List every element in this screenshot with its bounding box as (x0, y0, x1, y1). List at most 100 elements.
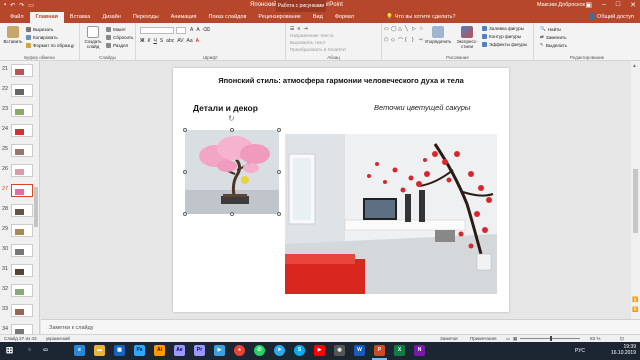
spacing-icon[interactable]: AV (177, 38, 183, 44)
bold-icon[interactable]: Ж (140, 38, 145, 44)
slide-canvas[interactable]: Японский стиль: атмосфера гармонии челов… (173, 68, 509, 312)
new-slide-button[interactable]: Создать слайд (82, 26, 104, 49)
slideshow-icon[interactable]: ▭ (28, 2, 34, 9)
shapes-gallery[interactable]: ▭ ◯ △ ╲ ▷ ☆ ⬠ ◇ ⌒{} ⇨ (384, 26, 423, 48)
find-button[interactable]: 🔍 Найти (540, 26, 561, 32)
tab-format[interactable]: Формат (329, 12, 361, 23)
store-icon[interactable]: ▦ (114, 345, 125, 356)
section-button[interactable]: Раздел (106, 43, 128, 48)
font-name-input[interactable] (140, 27, 174, 34)
scrollbar-thumb[interactable] (633, 169, 638, 233)
search-icon[interactable]: ○ (24, 345, 35, 356)
after-effects-icon[interactable]: Ae (174, 345, 185, 356)
save-icon[interactable]: ▪ (4, 2, 6, 9)
selection-handle[interactable] (277, 128, 281, 132)
undo-icon[interactable]: ↶ (10, 2, 15, 9)
zoom-level[interactable]: 83 % (590, 336, 600, 341)
redo-icon[interactable]: ↷ (19, 2, 24, 9)
clear-format-icon[interactable]: ⌫ (203, 27, 210, 33)
tab-home[interactable]: Главная (29, 12, 64, 23)
tab-design[interactable]: Дизайн (96, 12, 127, 23)
smartart-button[interactable]: Преобразовать в SmartArt (290, 47, 346, 52)
interior-picture[interactable] (285, 134, 497, 294)
excel-icon[interactable]: X (394, 345, 405, 356)
thumbnail-scrollbar[interactable] (34, 61, 38, 336)
shadow-icon[interactable]: S (160, 38, 163, 44)
tell-me-box[interactable]: 💡 Что вы хотите сделать? (380, 12, 461, 23)
onenote-icon[interactable]: N (414, 345, 425, 356)
selection-handle[interactable] (183, 128, 187, 132)
tab-transitions[interactable]: Переходы (127, 12, 165, 23)
system-clock[interactable]: 19:39 16.10.2019 (611, 344, 636, 356)
cut-button[interactable]: Вырезать (26, 27, 53, 32)
sakura-caption[interactable]: Веточки цветущей сакуры (374, 103, 470, 112)
chrome-icon[interactable]: ● (234, 345, 245, 356)
close-icon[interactable]: ✕ (630, 1, 636, 9)
underline-icon[interactable]: Ч (153, 38, 156, 44)
language-indicator[interactable]: украинский (46, 336, 70, 341)
powerpoint-icon[interactable]: P (374, 345, 385, 356)
selection-handle[interactable] (183, 212, 187, 216)
text-direction-button[interactable]: Направление текста (290, 33, 334, 38)
minimize-icon[interactable]: – (602, 1, 606, 9)
strikethrough-icon[interactable]: abc (166, 38, 174, 44)
slide-title[interactable]: Японский стиль: атмосфера гармонии челов… (173, 76, 509, 85)
italic-icon[interactable]: К (148, 38, 151, 44)
selection-handle[interactable] (277, 212, 281, 216)
previous-slide-icon[interactable]: ⏫ (632, 297, 638, 303)
rotate-handle-icon[interactable]: ↻ (228, 114, 235, 123)
media-icon[interactable]: ▶ (214, 345, 225, 356)
keyboard-language[interactable]: РУС (575, 348, 585, 354)
indent-icon[interactable]: ⇥ (303, 26, 307, 32)
user-name[interactable]: Максим Доброскок (537, 2, 585, 8)
windows-start-icon[interactable]: ⊞ (4, 345, 15, 356)
shape-outline-button[interactable]: Контур фигуры (482, 34, 521, 39)
notes-pane[interactable]: Заметки к слайду (41, 319, 640, 334)
bullets-icon[interactable]: ☰ (290, 26, 294, 32)
copy-button[interactable]: Копировать (26, 35, 58, 40)
increase-font-icon[interactable]: A (190, 27, 193, 33)
selection-handle[interactable] (183, 170, 187, 174)
tab-view[interactable]: Вид (307, 12, 329, 23)
arrange-button[interactable]: Упорядочить (424, 26, 452, 44)
editor-scrollbar[interactable]: ▲ ⏫ ⏬ (631, 61, 640, 319)
youtube-icon[interactable]: ▶ (314, 345, 325, 356)
edge-icon[interactable]: e (74, 345, 85, 356)
tab-insert[interactable]: Вставка (64, 12, 96, 23)
select-button[interactable]: ↖ Выделить (540, 42, 567, 48)
whatsapp-icon[interactable]: ✆ (254, 345, 265, 356)
ribbon-display-icon[interactable]: ▣ (585, 1, 592, 9)
next-slide-icon[interactable]: ⏬ (632, 307, 638, 313)
maximize-icon[interactable]: □ (616, 1, 620, 9)
task-view-icon[interactable]: ▭ (40, 345, 51, 356)
shape-fill-button[interactable]: Заливка фигуры (482, 26, 524, 31)
reset-button[interactable]: Сбросить (106, 35, 133, 40)
shape-effects-button[interactable]: Эффекты фигуры (482, 42, 527, 47)
tab-slideshow[interactable]: Показ слайдов (203, 12, 253, 23)
tab-file[interactable]: Файл (4, 12, 30, 23)
paste-button[interactable]: Вставить (2, 26, 24, 44)
notes-toggle-button[interactable]: Заметки (440, 336, 458, 341)
selection-handle[interactable] (230, 212, 234, 216)
format-painter-button[interactable]: Формат по образцу (26, 43, 74, 48)
skype-icon[interactable]: S (294, 345, 305, 356)
numbering-icon[interactable]: ≡ (297, 26, 300, 32)
font-color-icon[interactable]: A (196, 38, 199, 44)
layout-button[interactable]: Макет (106, 27, 126, 32)
zoom-slider-thumb[interactable] (550, 336, 552, 341)
premiere-icon[interactable]: Pr (194, 345, 205, 356)
folder-icon[interactable]: ▬ (94, 345, 105, 356)
scroll-up-icon[interactable]: ▲ (632, 63, 637, 69)
decrease-font-icon[interactable]: A (196, 27, 199, 33)
word-icon[interactable]: W (354, 345, 365, 356)
selection-handle[interactable] (230, 128, 234, 132)
tab-animations[interactable]: Анимация (165, 12, 203, 23)
align-text-button[interactable]: Выровнять текст (290, 40, 326, 45)
photoshop-icon[interactable]: Ps (134, 345, 145, 356)
comments-button[interactable]: Примечания (470, 336, 497, 341)
replace-button[interactable]: ⇄ Заменить (540, 34, 567, 40)
telegram-icon[interactable]: ➤ (274, 345, 285, 356)
selection-handle[interactable] (277, 170, 281, 174)
share-button[interactable]: 👤 Общий доступ (589, 12, 634, 23)
app-icon[interactable]: ◉ (334, 345, 345, 356)
